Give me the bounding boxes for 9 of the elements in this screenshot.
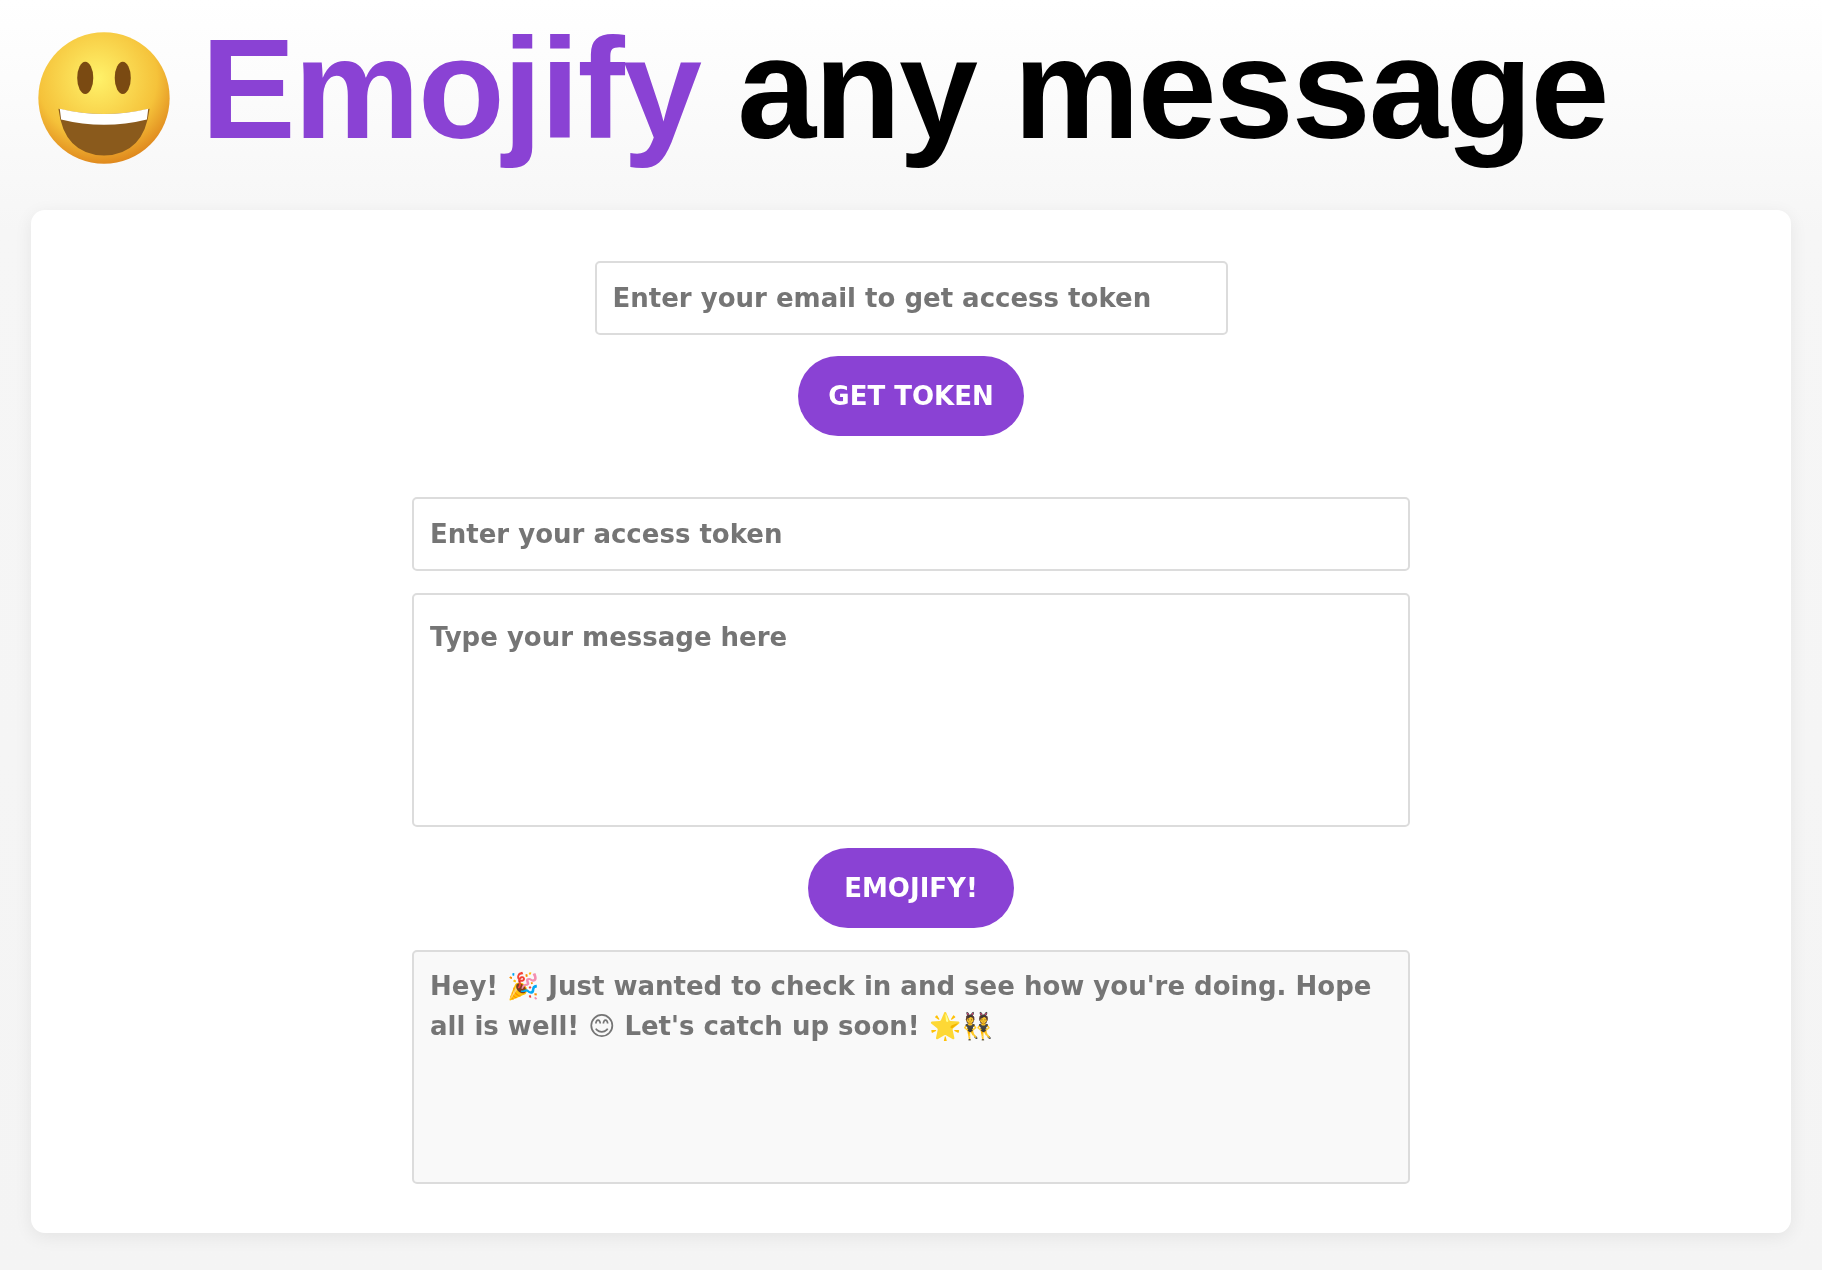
message-field[interactable]: Type your message here [412, 593, 1410, 827]
email-field[interactable]: Enter your email to get access token [594, 261, 1228, 335]
emojify-button[interactable]: EMOJIFY! [808, 848, 1014, 928]
smiley-icon [37, 31, 171, 165]
title-text: any message [737, 9, 1608, 168]
get-token-button[interactable]: GET TOKEN [798, 356, 1024, 436]
title-highlight: Emojify [201, 9, 700, 168]
output-text: Hey! 🎉 Just wanted to check in and see how you're doing. Hope all is well! 😊 Let's catch up soon! 🌟👯 [430, 970, 1373, 1043]
token-field[interactable]: Enter your access token [412, 497, 1410, 571]
